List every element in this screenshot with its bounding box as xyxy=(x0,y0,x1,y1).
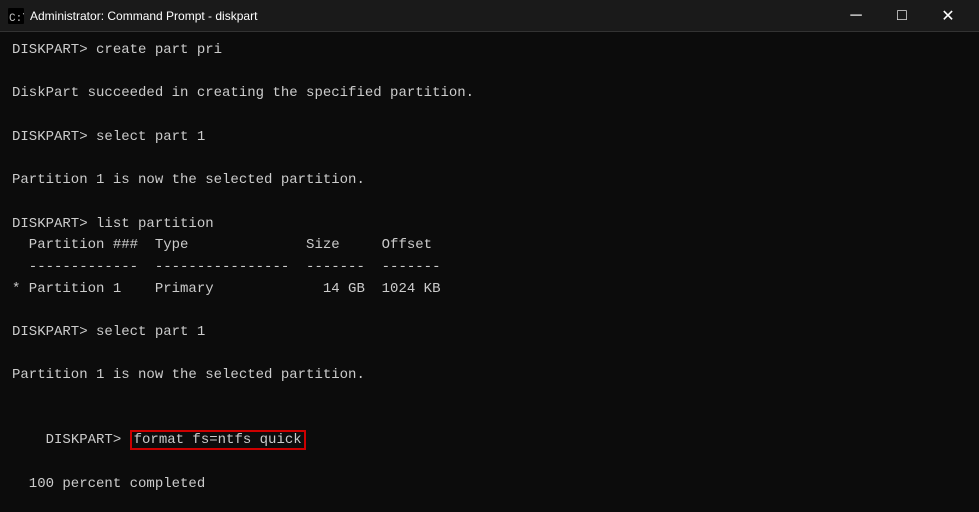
svg-text:C:\: C:\ xyxy=(9,13,24,24)
maximize-button[interactable]: □ xyxy=(879,0,925,32)
table-row: * Partition 1 Primary 14 GB 1024 KB xyxy=(12,279,967,301)
line-2 xyxy=(12,62,967,84)
window-controls: ─ □ ✕ xyxy=(833,0,971,32)
line-7: Partition 1 is now the selected partitio… xyxy=(12,170,967,192)
line-17 xyxy=(12,387,967,409)
format-command-line: DISKPART> format fs=ntfs quick xyxy=(12,409,967,474)
line-3: DiskPart succeeded in creating the speci… xyxy=(12,83,967,105)
cmd-icon: C:\ xyxy=(8,8,24,24)
line-15 xyxy=(12,344,967,366)
close-button[interactable]: ✕ xyxy=(925,0,971,32)
line-6 xyxy=(12,148,967,170)
line-16: Partition 1 is now the selected partitio… xyxy=(12,365,967,387)
titlebar-left: C:\ Administrator: Command Prompt - disk… xyxy=(8,8,257,24)
line-1: DISKPART> create part pri xyxy=(12,40,967,62)
minimize-button[interactable]: ─ xyxy=(833,0,879,32)
terminal-window: DISKPART> create part pri DiskPart succe… xyxy=(0,32,979,512)
line-13 xyxy=(12,300,967,322)
line-9: DISKPART> list partition xyxy=(12,214,967,236)
line-20 xyxy=(12,495,967,512)
line-19: 100 percent completed xyxy=(12,474,967,496)
titlebar: C:\ Administrator: Command Prompt - disk… xyxy=(0,0,979,32)
format-command-highlight: format fs=ntfs quick xyxy=(130,430,306,450)
line-5: DISKPART> select part 1 xyxy=(12,127,967,149)
table-header: Partition ### Type Size Offset xyxy=(12,235,967,257)
table-divider: ------------- ---------------- ------- -… xyxy=(12,257,967,279)
window-title: Administrator: Command Prompt - diskpart xyxy=(30,9,257,23)
line-14: DISKPART> select part 1 xyxy=(12,322,967,344)
diskpart-prompt-format: DISKPART> xyxy=(46,432,130,448)
line-4 xyxy=(12,105,967,127)
line-8 xyxy=(12,192,967,214)
